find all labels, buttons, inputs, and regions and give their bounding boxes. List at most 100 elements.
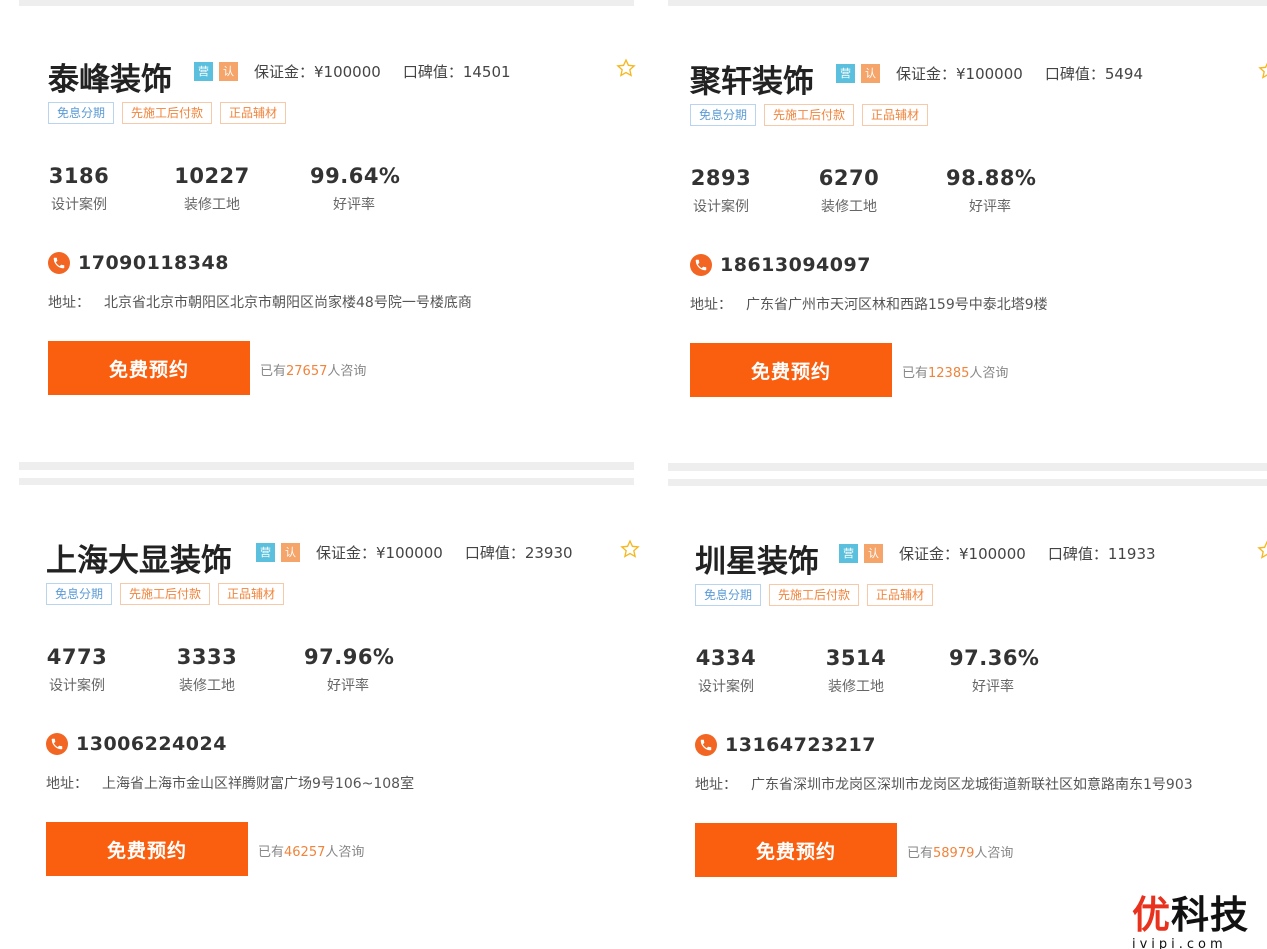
phone-number[interactable]: 18613094097: [720, 254, 871, 276]
reputation-text: 口碑值：11933: [1047, 545, 1156, 563]
stat-positive-rate: 97.36% 好评率: [949, 646, 1040, 696]
company-card: 上海大显装饰 营 认 保证金：¥100000 口碑值：23930 免息分期 先施…: [46, 535, 646, 949]
tag-installment: 免息分期: [690, 104, 757, 126]
stat-value: 3514: [825, 646, 887, 670]
tag-list: 免息分期 先施工后付款 正品辅材: [690, 104, 936, 126]
consult-count-text: 已有58979人咨询: [907, 842, 1013, 861]
stat-value: 3186: [48, 164, 110, 188]
stat-label: 设计案例: [49, 678, 105, 694]
tag-pay-after: 先施工后付款: [769, 584, 860, 606]
address-text: 广东省广州市天河区林和西路159号中泰北塔9楼: [746, 297, 1048, 313]
stat-positive-rate: 99.64% 好评率: [310, 164, 401, 214]
deposit-text: 保证金：¥100000: [896, 65, 1023, 83]
company-name[interactable]: 圳星装饰: [695, 536, 819, 581]
stat-positive-rate: 97.96% 好评率: [304, 645, 395, 695]
company-meta: 营 认 保证金：¥100000 口碑值：5494: [836, 63, 1143, 84]
stat-value: 4334: [695, 646, 757, 670]
certified-badge: 认: [219, 62, 238, 81]
consult-suffix: 人咨询: [325, 845, 365, 860]
tag-installment: 免息分期: [695, 584, 762, 606]
company-meta: 营 认 保证金：¥100000 口碑值：23930: [256, 542, 573, 563]
address-text: 上海省上海市金山区祥腾财富广场9号106~108室: [102, 776, 415, 792]
company-name[interactable]: 聚轩装饰: [690, 56, 814, 101]
consult-suffix: 人咨询: [327, 364, 367, 379]
deposit-text: 保证金：¥100000: [254, 63, 381, 81]
stat-label: 设计案例: [51, 197, 107, 213]
phone-number[interactable]: 17090118348: [78, 252, 229, 274]
phone-icon: [48, 252, 70, 274]
stat-value: 97.96%: [304, 645, 395, 669]
tag-pay-after: 先施工后付款: [120, 583, 211, 605]
section-divider: [668, 0, 1267, 6]
reputation-text: 口碑值：5494: [1044, 65, 1143, 83]
address-row: 地址： 广东省深圳市龙岗区深圳市龙岗区龙城街道新联社区如意路南东1号903: [695, 774, 1193, 794]
stat-label: 装修工地: [821, 199, 877, 215]
phone-row: 17090118348: [48, 252, 229, 274]
free-booking-button[interactable]: 免费预约: [695, 823, 897, 877]
phone-number[interactable]: 13006224024: [76, 733, 227, 755]
stat-value: 10227: [174, 164, 250, 188]
address-label: 地址：: [695, 777, 737, 793]
stat-positive-rate: 98.88% 好评率: [946, 166, 1036, 216]
tag-pay-after: 先施工后付款: [122, 102, 213, 124]
business-license-badge: 营: [836, 64, 855, 83]
stat-value: 99.64%: [310, 164, 401, 188]
consult-prefix: 已有: [902, 366, 929, 381]
consult-count-text: 已有27657人咨询: [260, 360, 366, 379]
stat-label: 装修工地: [184, 197, 240, 213]
consult-count-text: 已有12385人咨询: [902, 362, 1008, 381]
address-label: 地址：: [48, 295, 90, 311]
phone-row: 13006224024: [46, 733, 227, 755]
consult-prefix: 已有: [907, 846, 934, 861]
phone-icon: [690, 254, 712, 276]
star-icon[interactable]: [616, 58, 636, 78]
tag-genuine-materials: 正品辅材: [218, 583, 285, 605]
tag-list: 免息分期 先施工后付款 正品辅材: [48, 102, 294, 124]
free-booking-button[interactable]: 免费预约: [690, 343, 892, 397]
stat-design-cases: 3186 设计案例: [48, 164, 110, 214]
certified-badge: 认: [281, 543, 300, 562]
free-booking-button[interactable]: 免费预约: [48, 341, 250, 395]
deposit-text: 保证金：¥100000: [316, 544, 443, 562]
stat-label: 装修工地: [179, 678, 235, 694]
reputation-text: 口碑值：23930: [464, 544, 573, 562]
certified-badge: 认: [864, 544, 883, 563]
business-license-badge: 营: [194, 62, 213, 81]
free-booking-button[interactable]: 免费预约: [46, 822, 248, 876]
address-label: 地址：: [690, 297, 732, 313]
company-name[interactable]: 泰峰装饰: [48, 54, 172, 99]
star-icon[interactable]: [1257, 540, 1267, 560]
business-license-badge: 营: [256, 543, 275, 562]
stat-value: 3333: [176, 645, 238, 669]
certified-badge: 认: [861, 64, 880, 83]
company-meta: 营 认 保证金：¥100000 口碑值：11933: [839, 543, 1156, 564]
star-icon[interactable]: [1258, 60, 1267, 80]
address-row: 地址： 广东省广州市天河区林和西路159号中泰北塔9楼: [690, 294, 1048, 314]
stat-value: 6270: [818, 166, 880, 190]
stat-label: 好评率: [327, 678, 369, 694]
stat-label: 设计案例: [698, 679, 754, 695]
consult-prefix: 已有: [258, 845, 285, 860]
phone-icon: [695, 734, 717, 756]
consult-count: 46257: [284, 845, 326, 860]
stat-label: 好评率: [333, 197, 375, 213]
phone-number[interactable]: 13164723217: [725, 734, 876, 756]
business-license-badge: 营: [839, 544, 858, 563]
stat-label: 设计案例: [693, 199, 749, 215]
company-card: 泰峰装饰 营 认 保证金：¥100000 口碑值：14501 免息分期 先施工后…: [48, 54, 648, 484]
site-watermark-logo: 优科技 ivipi.com: [1132, 884, 1262, 949]
company-name[interactable]: 上海大显装饰: [46, 535, 232, 580]
tag-genuine-materials: 正品辅材: [862, 104, 929, 126]
tag-installment: 免息分期: [46, 583, 113, 605]
stat-design-cases: 4334 设计案例: [695, 646, 757, 696]
tag-genuine-materials: 正品辅材: [220, 102, 287, 124]
tag-genuine-materials: 正品辅材: [867, 584, 934, 606]
stat-design-cases: 2893 设计案例: [690, 166, 752, 216]
stat-value: 4773: [46, 645, 108, 669]
reputation-text: 口碑值：14501: [402, 63, 511, 81]
watermark-text-cn: 优科技: [1132, 884, 1262, 939]
section-divider: [19, 0, 634, 6]
stat-value: 97.36%: [949, 646, 1040, 670]
star-icon[interactable]: [620, 539, 640, 559]
company-card: 聚轩装饰 营 认 保证金：¥100000 口碑值：5494 免息分期 先施工后付…: [690, 56, 1267, 486]
